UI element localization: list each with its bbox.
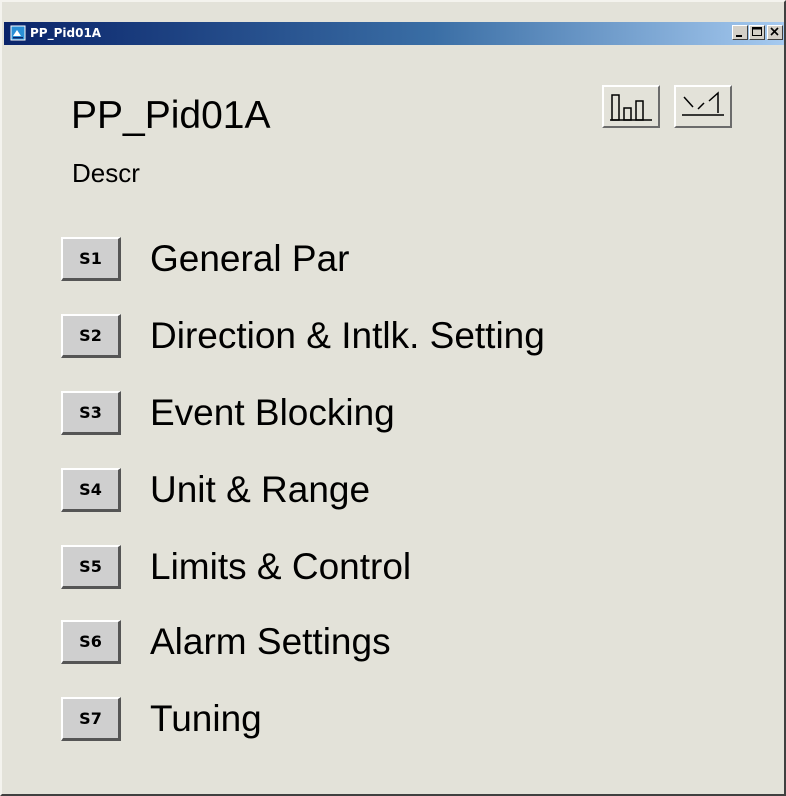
tag-name: PP_Pid01A [71, 94, 271, 137]
close-button[interactable] [767, 25, 783, 40]
menu-item-limits-control: S5 Limits & Control [61, 545, 661, 591]
bar-chart-button[interactable] [602, 85, 660, 128]
s4-button[interactable]: S4 [61, 468, 121, 512]
trend-button[interactable] [674, 85, 732, 128]
s7-button[interactable]: S7 [61, 697, 121, 741]
menu-label: Alarm Settings [150, 621, 391, 662]
s3-button[interactable]: S3 [61, 391, 121, 435]
menu-label: Direction & Intlk. Setting [150, 315, 545, 356]
menu-item-alarm-settings: S6 Alarm Settings [61, 620, 661, 666]
menu-item-general-par: S1 General Par [61, 237, 661, 283]
minimize-button[interactable] [732, 25, 748, 40]
close-icon [770, 27, 779, 36]
menu-item-direction-intlk: S2 Direction & Intlk. Setting [61, 314, 661, 360]
maximize-button[interactable] [749, 25, 765, 40]
menu-item-event-blocking: S3 Event Blocking [61, 391, 661, 437]
minimize-icon [736, 35, 742, 37]
s6-button[interactable]: S6 [61, 620, 121, 664]
menu-label: General Par [150, 238, 350, 279]
window-title: PP_Pid01A [30, 26, 102, 40]
faceplate-body: PP_Pid01A Descr S1 General Par S2 Direct… [4, 45, 784, 794]
menu-label: Event Blocking [150, 392, 395, 433]
maximize-icon [752, 27, 762, 36]
s1-button[interactable]: S1 [61, 237, 121, 281]
faceplate-window: PP_Pid01A PP_Pid01A Descr S1 General Par… [0, 0, 786, 796]
trend-icon [682, 91, 724, 116]
s5-button[interactable]: S5 [61, 545, 121, 589]
menu-label: Limits & Control [150, 546, 412, 587]
menu-item-tuning: S7 Tuning [61, 697, 661, 743]
title-bar[interactable]: PP_Pid01A [4, 22, 784, 45]
s2-button[interactable]: S2 [61, 314, 121, 358]
bar-chart-icon [610, 94, 652, 121]
menu-label: Tuning [150, 698, 262, 739]
tag-description: Descr [72, 158, 140, 188]
menu-item-unit-range: S4 Unit & Range [61, 468, 661, 514]
app-icon [10, 25, 26, 41]
menu-label: Unit & Range [150, 469, 371, 510]
